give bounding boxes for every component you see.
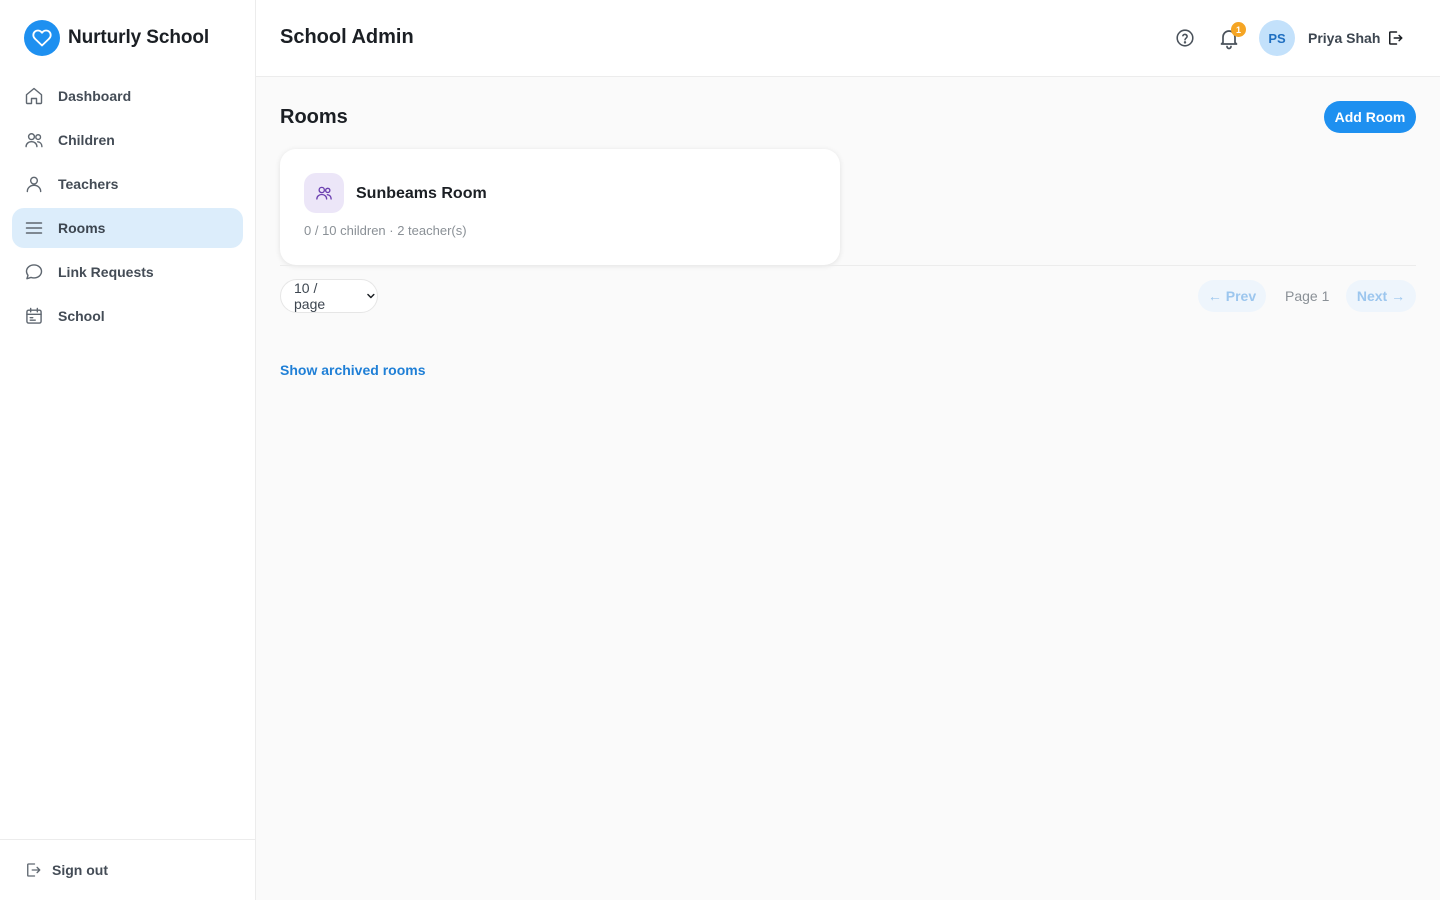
- room-card[interactable]: Sunbeams Room 0 / 10 children · 2 teache…: [280, 149, 840, 265]
- user-icon: [26, 176, 42, 193]
- notification-badge: 1: [1231, 22, 1246, 37]
- chevron-down-icon: [367, 293, 375, 299]
- sidebar-item-dashboard[interactable]: Dashboard: [12, 76, 243, 116]
- room-name: Sunbeams Room: [356, 185, 487, 202]
- logout-button[interactable]: [1386, 29, 1404, 47]
- help-icon: [1176, 29, 1194, 47]
- top-header: School Admin 1 PS Priya Shah: [256, 0, 1440, 77]
- sidebar-item-school[interactable]: School: [12, 296, 243, 336]
- sidebar-item-children[interactable]: Children: [12, 120, 243, 160]
- chat-icon: [25, 264, 43, 280]
- header-title: School Admin: [280, 26, 414, 48]
- calendar-icon: [26, 307, 42, 324]
- sidebar: Nurturly School Dashboard Children Teach…: [0, 0, 256, 900]
- sidebar-item-label: Children: [58, 132, 115, 148]
- help-button[interactable]: [1174, 27, 1196, 49]
- sidebar-item-label: School: [58, 308, 105, 324]
- room-meta: 0 / 10 children · 2 teacher(s): [304, 223, 467, 238]
- brand-name: Nurturly School: [68, 27, 210, 48]
- next-page-button[interactable]: Next →: [1346, 280, 1416, 312]
- sidebar-item-rooms[interactable]: Rooms: [12, 208, 243, 248]
- sidebar-item-link-requests[interactable]: Link Requests: [12, 252, 243, 292]
- page-size-select[interactable]: 10 / page: [280, 279, 378, 313]
- sidebar-item-label: Rooms: [58, 220, 106, 236]
- brand[interactable]: Nurturly School: [24, 20, 209, 56]
- home-icon: [25, 87, 43, 105]
- users-icon: [25, 133, 43, 148]
- sidebar-item-teachers[interactable]: Teachers: [12, 164, 243, 204]
- sign-out-label: Sign out: [52, 862, 108, 878]
- sidebar-nav: Dashboard Children Teachers Rooms Link R…: [12, 76, 243, 340]
- sidebar-item-label: Link Requests: [58, 264, 154, 280]
- menu-icon: [25, 222, 43, 234]
- heart-icon: [24, 20, 60, 56]
- sidebar-item-label: Teachers: [58, 176, 119, 192]
- prev-page-button[interactable]: ← Prev: [1198, 280, 1266, 312]
- page-indicator: Page 1: [1285, 288, 1330, 304]
- page-size-value: 10 / page: [294, 280, 326, 312]
- divider: [280, 265, 1416, 266]
- logout-icon: [27, 863, 41, 877]
- sidebar-item-label: Dashboard: [58, 88, 132, 104]
- page-title: Rooms: [280, 106, 348, 128]
- avatar[interactable]: PS: [1259, 20, 1295, 56]
- logout-icon: [1389, 31, 1403, 45]
- sign-out-button[interactable]: Sign out: [0, 839, 255, 900]
- show-archived-rooms-link[interactable]: Show archived rooms: [280, 362, 425, 378]
- add-room-button[interactable]: Add Room: [1324, 101, 1416, 133]
- user-name[interactable]: Priya Shah: [1308, 30, 1380, 46]
- users-icon: [304, 173, 344, 213]
